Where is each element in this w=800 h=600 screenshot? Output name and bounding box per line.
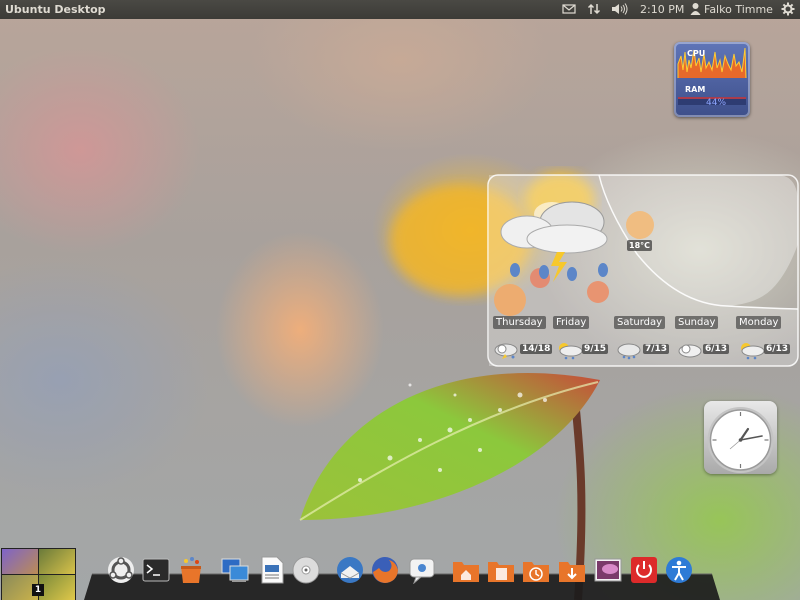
cloud-icon xyxy=(678,344,702,358)
wallpaper-icon[interactable] xyxy=(594,556,622,584)
thunderstorm-icon xyxy=(494,343,518,359)
ram-label: RAM xyxy=(685,85,706,94)
downloads-folder-icon[interactable] xyxy=(558,556,586,584)
recent-folder-icon[interactable] xyxy=(522,556,550,584)
current-temperature: 18°C xyxy=(627,240,653,251)
forecast-monday: 6/13 xyxy=(738,342,791,360)
firefox-icon[interactable] xyxy=(371,556,399,584)
ram-value: 44% xyxy=(706,98,727,108)
top-panel: Ubuntu Desktop 2:10 PM Falko Timme xyxy=(0,0,800,19)
thunderbird-icon[interactable] xyxy=(336,556,364,584)
workspace-4[interactable] xyxy=(39,575,75,600)
forecast-temps-thursday: 14/18 xyxy=(520,344,553,354)
sun-showers-icon xyxy=(559,343,583,360)
forecast-temps-friday: 9/15 xyxy=(582,344,609,354)
ubuntu-logo-icon[interactable] xyxy=(107,556,135,584)
software-center-icon[interactable] xyxy=(177,556,205,584)
forecast-temps-monday: 6/13 xyxy=(764,344,791,354)
forecast-temps-saturday: 7/13 xyxy=(643,344,670,354)
system-monitor-widget[interactable]: CPU RAM 44% xyxy=(674,42,750,117)
weather-widget[interactable] xyxy=(487,174,799,367)
terminal-icon[interactable] xyxy=(142,556,170,584)
forecast-sunday: 6/13 xyxy=(677,342,730,358)
volume-icon[interactable] xyxy=(611,2,629,17)
remote-desktop-icon[interactable] xyxy=(221,556,249,584)
workspace-1[interactable] xyxy=(2,549,38,574)
forecast-day-thursday: Thursday xyxy=(493,316,546,329)
document-viewer-icon[interactable] xyxy=(258,556,286,584)
rain-icon xyxy=(617,343,641,360)
window-title: Ubuntu Desktop xyxy=(5,3,106,16)
home-folder-icon[interactable] xyxy=(452,556,480,584)
forecast-day-monday: Monday xyxy=(736,316,782,329)
forecast-temps-sunday: 6/13 xyxy=(703,344,730,354)
shutdown-icon[interactable] xyxy=(630,556,658,584)
chat-icon[interactable] xyxy=(408,556,436,584)
cd-icon[interactable] xyxy=(292,556,320,584)
gear-icon[interactable] xyxy=(781,2,795,17)
workspace-2[interactable] xyxy=(39,549,75,574)
user-name[interactable]: Falko Timme xyxy=(704,2,773,17)
forecast-saturday: 7/13 xyxy=(616,342,670,360)
forecast-day-friday: Friday xyxy=(553,316,590,329)
mail-icon[interactable] xyxy=(562,2,576,17)
clock-widget[interactable] xyxy=(704,401,777,474)
analog-clock-face xyxy=(707,407,774,473)
sun-showers-icon xyxy=(741,343,765,360)
clock-label[interactable]: 2:10 PM xyxy=(640,2,684,17)
forecast-thursday: 14/18 xyxy=(493,342,553,359)
documents-folder-icon[interactable] xyxy=(487,556,515,584)
forecast-day-sunday: Sunday xyxy=(675,316,719,329)
network-icon[interactable] xyxy=(587,2,601,17)
user-icon[interactable] xyxy=(690,2,701,17)
accessibility-icon[interactable] xyxy=(665,556,693,584)
weather-panel-background xyxy=(487,174,799,367)
cpu-label: CPU xyxy=(687,49,706,58)
forecast-day-saturday: Saturday xyxy=(614,316,666,329)
forecast-friday: 9/15 xyxy=(556,342,609,360)
workspace-number: 1 xyxy=(32,584,44,596)
